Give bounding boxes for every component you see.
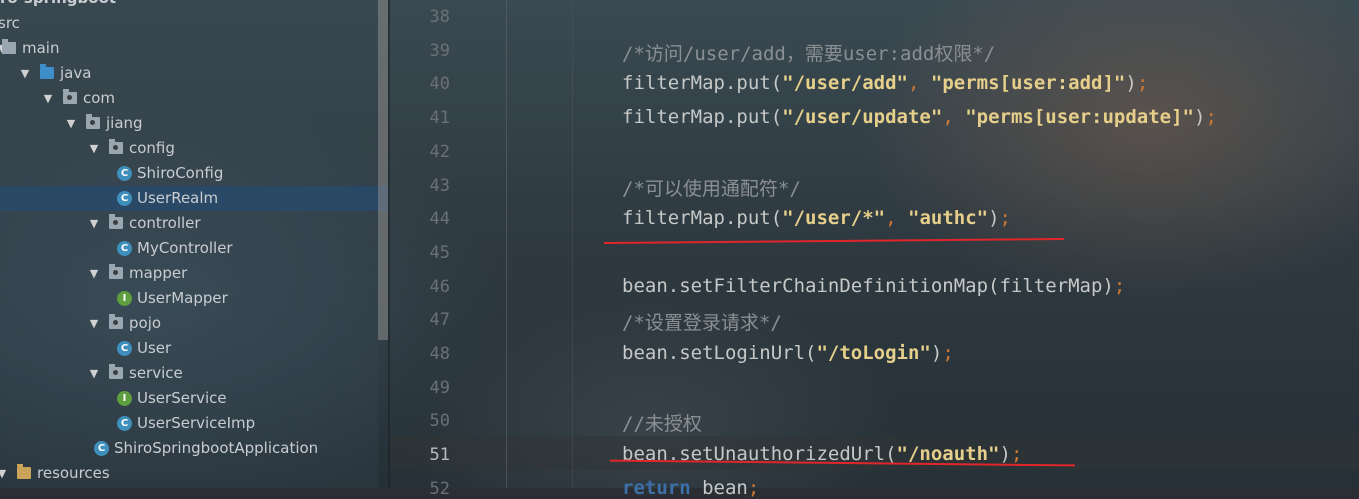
tree-node-label: java <box>60 64 92 82</box>
tree-node-label: ShiroConfig <box>137 164 224 182</box>
class-icon: C <box>117 416 132 431</box>
package-icon <box>86 114 100 129</box>
code-line[interactable]: /*设置登录请求*/ <box>622 308 782 335</box>
project-root-label[interactable]: ro-springboot <box>0 0 388 11</box>
tree-node-resources[interactable]: ▼ resources <box>0 461 388 486</box>
tree-node-src[interactable]: src <box>0 11 388 36</box>
class-icon: C <box>117 241 132 256</box>
tree-node-user[interactable]: C User <box>0 336 388 361</box>
folder-icon <box>40 64 54 79</box>
line-number: 51 <box>429 445 450 466</box>
code-line[interactable]: //未授权 <box>622 409 702 436</box>
tree-node-jiang[interactable]: ▼ jiang <box>0 111 388 136</box>
chevron-down-icon[interactable]: ▼ <box>88 361 100 386</box>
line-number: 39 <box>429 40 450 61</box>
chevron-down-icon[interactable]: ▼ <box>88 261 100 286</box>
class-icon: C <box>117 191 132 206</box>
tree-node-label: config <box>129 139 175 157</box>
tree-node-label: jiang <box>106 114 143 132</box>
code-line[interactable]: bean.setFilterChainDefinitionMap(filterM… <box>622 275 1125 297</box>
tree-node-label: resources <box>37 464 110 482</box>
chevron-down-icon[interactable]: ▼ <box>0 461 8 486</box>
folder-icon <box>17 464 31 479</box>
chevron-down-icon[interactable]: ▼ <box>88 136 100 161</box>
folder-icon <box>2 39 16 54</box>
tree-node-mapper[interactable]: ▼ mapper <box>0 261 388 286</box>
tree-node-label: com <box>83 89 116 107</box>
tree-node-label: controller <box>129 214 201 232</box>
package-icon <box>109 214 123 229</box>
tree-node-label: pojo <box>129 314 162 332</box>
tree-node-userrealm[interactable]: C UserRealm <box>0 186 388 211</box>
line-number: 52 <box>429 478 450 499</box>
code-line[interactable]: filterMap.put("/user/update", "perms[use… <box>622 106 1217 128</box>
interface-icon: I <box>117 291 132 306</box>
package-icon <box>109 264 123 279</box>
line-number: 44 <box>429 209 450 230</box>
line-number: 49 <box>429 377 450 398</box>
tree-node-shirospringbootapplication[interactable]: C ShiroSpringbootApplication <box>0 436 388 461</box>
package-icon <box>109 364 123 379</box>
gutter-separator <box>506 0 507 488</box>
tree-node-label: mapper <box>129 264 188 282</box>
class-icon: C <box>117 166 132 181</box>
tree-node-com[interactable]: ▼ com <box>0 86 388 111</box>
tree-node-label: MyController <box>137 239 233 257</box>
package-icon <box>63 89 77 104</box>
line-number: 45 <box>429 242 450 263</box>
tree-node-label: UserRealm <box>137 189 219 207</box>
tree-node-config[interactable]: ▼ config <box>0 136 388 161</box>
tree-node-label: ShiroSpringbootApplication <box>114 439 319 457</box>
code-line[interactable]: /*可以使用通配符*/ <box>622 174 801 201</box>
line-number: 40 <box>429 74 450 95</box>
class-icon: C <box>117 341 132 356</box>
tree-node-main[interactable]: ▼main <box>0 36 388 61</box>
tree-node-label: UserService <box>137 389 227 407</box>
chevron-down-icon[interactable]: ▼ <box>19 61 31 86</box>
line-number: 41 <box>429 108 450 129</box>
package-icon <box>109 314 123 329</box>
tree-node-label: UserServiceImp <box>137 414 256 432</box>
tree-node-mycontroller[interactable]: C MyController <box>0 236 388 261</box>
line-number: 47 <box>429 310 450 331</box>
code-line[interactable]: filterMap.put("/user/add", "perms[user:a… <box>622 72 1148 94</box>
line-number: 46 <box>429 276 450 297</box>
tree-node-label: UserMapper <box>137 289 228 307</box>
code-line[interactable]: filterMap.put("/user/*", "authc"); <box>622 207 1011 229</box>
indent-guide <box>572 0 573 488</box>
tree-node-service[interactable]: ▼ service <box>0 361 388 386</box>
chevron-down-icon[interactable]: ▼ <box>88 211 100 236</box>
package-icon <box>109 139 123 154</box>
code-line[interactable]: bean.setLoginUrl("/toLogin"); <box>622 342 954 364</box>
tree-node-shiroconfig[interactable]: C ShiroConfig <box>0 161 388 186</box>
line-number: 43 <box>429 175 450 196</box>
chevron-down-icon[interactable]: ▼ <box>88 311 100 336</box>
tree-node-label: src <box>0 14 20 32</box>
tree-scrollbar[interactable] <box>378 0 388 340</box>
tree-node-label: User <box>137 339 172 357</box>
chevron-down-icon[interactable]: ▼ <box>65 111 77 136</box>
tree-node-userservice[interactable]: I UserService <box>0 386 388 411</box>
tree-node-label: main <box>22 39 60 57</box>
tree-node-usermapper[interactable]: I UserMapper <box>0 286 388 311</box>
code-line[interactable]: /*访问/user/add，需要user:add权限*/ <box>622 39 995 66</box>
tree-node-userserviceimp[interactable]: C UserServiceImp <box>0 411 388 436</box>
line-number: 48 <box>429 344 450 364</box>
tree-node-label: service <box>129 364 183 382</box>
tree-node-pojo[interactable]: ▼ pojo <box>0 311 388 336</box>
spring-app-class-icon: C <box>94 441 109 456</box>
line-number: 42 <box>429 141 450 162</box>
tree-node-java[interactable]: ▼ java <box>0 61 388 86</box>
chevron-down-icon[interactable]: ▼ <box>42 86 54 111</box>
interface-icon: I <box>117 391 132 406</box>
line-number: 50 <box>429 411 450 432</box>
line-number: 38 <box>429 7 450 27</box>
tree-node-controller[interactable]: ▼ controller <box>0 211 388 236</box>
